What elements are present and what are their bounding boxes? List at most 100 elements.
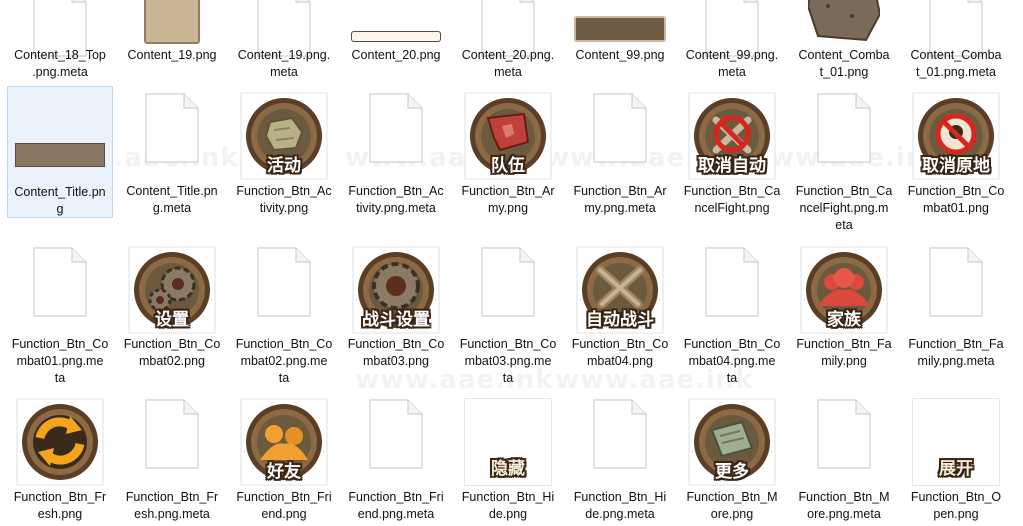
file-name-label: Function_Btn_Fa mily.png.meta: [903, 336, 1009, 370]
file-item[interactable]: Content_Title.pn g.meta: [119, 86, 225, 218]
file-item[interactable]: Content_Comba t_01.png.meta: [903, 0, 1009, 80]
file-thumbnail: 自动战斗: [576, 246, 664, 334]
file-name-line: Function_Btn_Co: [235, 337, 333, 351]
file-item[interactable]: Function_Btn_Ar my.png.meta: [567, 86, 673, 218]
file-name-line: my.png: [487, 201, 529, 215]
file-name-line: Content_20.png.: [461, 48, 555, 62]
file-name-label: Function_Btn_Ar my.png.meta: [567, 183, 673, 217]
file-thumbnail: [351, 0, 441, 42]
file-name-label: Content_Comba t_01.png: [791, 47, 897, 81]
file-thumbnail: [924, 246, 988, 318]
file-item[interactable]: 展开 Function_Btn_O pen.png: [903, 392, 1009, 526]
file-name-line: ta: [278, 371, 290, 385]
file-name-line: end.png: [261, 507, 307, 521]
file-item[interactable]: Function_Btn_Fa mily.png.meta: [903, 240, 1009, 386]
file-name-line: t_01.png: [819, 65, 869, 79]
file-item[interactable]: Content_20.png: [343, 0, 449, 80]
file-name-label: Function_Btn_Ca ncelFight.png.m eta: [791, 183, 897, 234]
file-item[interactable]: Function_Btn_Fri end.png.meta: [343, 392, 449, 526]
file-name-line: mbat03.png: [362, 354, 430, 368]
button-caption: 活动: [267, 156, 301, 176]
file-name-line: Function_Btn_Fr: [125, 490, 219, 504]
file-name-line: Content_20.png: [351, 48, 441, 62]
file-item[interactable]: Function_Btn_M ore.png.meta: [791, 392, 897, 526]
file-name-line: Function_Btn_Fa: [796, 337, 892, 351]
file-item[interactable]: 取消自动 Function_Btn_Ca ncelFight.png: [679, 86, 785, 218]
file-item[interactable]: Content_99.png. meta: [679, 0, 785, 80]
file-item[interactable]: Function_Btn_Co mbat03.png.me ta: [455, 240, 561, 386]
file-name-line: meta: [718, 65, 746, 79]
file-item[interactable]: Content_20.png. meta: [455, 0, 561, 80]
file-name-line: Function_Btn_Ca: [683, 184, 781, 198]
file-name-line: Function_Btn_Hi: [461, 490, 555, 504]
file-item[interactable]: 活动 Function_Btn_Ac tivity.png: [231, 86, 337, 218]
file-name-line: .png.meta: [32, 65, 88, 79]
file-item[interactable]: Function_Btn_Co mbat02.png.me ta: [231, 240, 337, 386]
image-thumbnail-icon: 隐藏: [464, 398, 552, 486]
file-name-line: end.png.meta: [357, 507, 435, 521]
file-item[interactable]: Content_99.png: [567, 0, 673, 80]
file-name-label: Function_Btn_Co mbat01.png.me ta: [7, 336, 113, 387]
button-caption: 展开: [939, 459, 973, 479]
button-caption: 队伍: [491, 156, 525, 176]
file-thumbnail: 队伍: [464, 92, 552, 180]
file-name-line: Function_Btn_Ac: [236, 184, 332, 198]
file-item[interactable]: 自动战斗 Function_Btn_Co mbat04.png: [567, 240, 673, 386]
file-item[interactable]: Function_Btn_Ac tivity.png.meta: [343, 86, 449, 218]
file-item[interactable]: Function_Btn_Fr esh.png: [7, 392, 113, 526]
file-item[interactable]: Content_Comba t_01.png: [791, 0, 897, 80]
file-name-line: Content_Title.pn: [126, 184, 218, 198]
image-thumbnail-icon: [15, 143, 105, 167]
file-name-label: Content_99.png. meta: [679, 47, 785, 81]
file-item[interactable]: Function_Btn_Ca ncelFight.png.m eta: [791, 86, 897, 232]
file-thumbnail: [812, 398, 876, 470]
file-item[interactable]: Function_Btn_Co mbat04.png.me ta: [679, 240, 785, 386]
file-name-line: eta: [835, 218, 853, 232]
file-item[interactable]: 设置 Function_Btn_Co mbat02.png: [119, 240, 225, 386]
file-name-label: Function_Btn_Hi de.png: [455, 489, 561, 523]
button-caption: 隐藏: [491, 459, 525, 479]
file-name-line: Content_19.png: [127, 48, 217, 62]
file-item[interactable]: Content_19.png: [119, 0, 225, 80]
file-item[interactable]: Content_18_Top .png.meta: [7, 0, 113, 80]
file-item[interactable]: 隐藏 Function_Btn_Hi de.png: [455, 392, 561, 526]
file-item[interactable]: Function_Btn_Fr esh.png.meta: [119, 392, 225, 526]
file-item[interactable]: 好友 Function_Btn_Fri end.png: [231, 392, 337, 526]
file-name-line: tivity.png: [259, 201, 309, 215]
file-item[interactable]: Function_Btn_Co mbat01.png.me ta: [7, 240, 113, 386]
file-name-line: ncelFight.png: [694, 201, 770, 215]
file-name-label: Content_20.png. meta: [455, 47, 561, 81]
button-caption: 自动战斗: [586, 310, 654, 330]
file-item[interactable]: 队伍 Function_Btn_Ar my.png: [455, 86, 561, 218]
file-name-label: Content_19.png. meta: [231, 47, 337, 81]
file-name-line: Function_Btn_Co: [123, 337, 221, 351]
file-name-label: Function_Btn_Ca ncelFight.png: [679, 183, 785, 217]
file-thumbnail: [588, 92, 652, 164]
file-name-label: Function_Btn_Fr esh.png.meta: [119, 489, 225, 523]
file-name-line: Function_Btn_Fa: [908, 337, 1004, 351]
file-name-line: Function_Btn_Co: [347, 337, 445, 351]
button-caption: 家族: [827, 310, 861, 330]
file-thumbnail: [28, 246, 92, 318]
file-item[interactable]: Content_Title.pn g: [7, 86, 113, 218]
file-item[interactable]: Content_19.png. meta: [231, 0, 337, 80]
file-name-line: Function_Btn_O: [910, 490, 1002, 504]
file-thumbnail: [252, 246, 316, 318]
file-name-label: Function_Btn_Hi de.png.meta: [567, 489, 673, 523]
file-name-line: Function_Btn_Co: [11, 337, 109, 351]
file-name-label: Function_Btn_Fri end.png.meta: [343, 489, 449, 523]
file-item[interactable]: 取消原地 Function_Btn_Co mbat01.png: [903, 86, 1009, 218]
file-item[interactable]: 更多 Function_Btn_M ore.png: [679, 392, 785, 526]
file-item[interactable]: 战斗设置 Function_Btn_Co mbat03.png: [343, 240, 449, 386]
file-name-line: esh.png: [37, 507, 83, 521]
file-name-line: ta: [502, 371, 514, 385]
file-name-label: Function_Btn_Fa mily.png: [791, 336, 897, 370]
file-name-line: mbat01.png: [922, 201, 990, 215]
file-thumbnail: [588, 398, 652, 470]
file-item[interactable]: Function_Btn_Hi de.png.meta: [567, 392, 673, 526]
file-thumbnail: [16, 398, 104, 486]
file-thumbnail: 更多: [688, 398, 776, 486]
file-thumbnail: 展开: [912, 398, 1000, 486]
file-item[interactable]: 家族 Function_Btn_Fa mily.png: [791, 240, 897, 386]
file-name-line: Content_Title.pn: [14, 185, 106, 199]
